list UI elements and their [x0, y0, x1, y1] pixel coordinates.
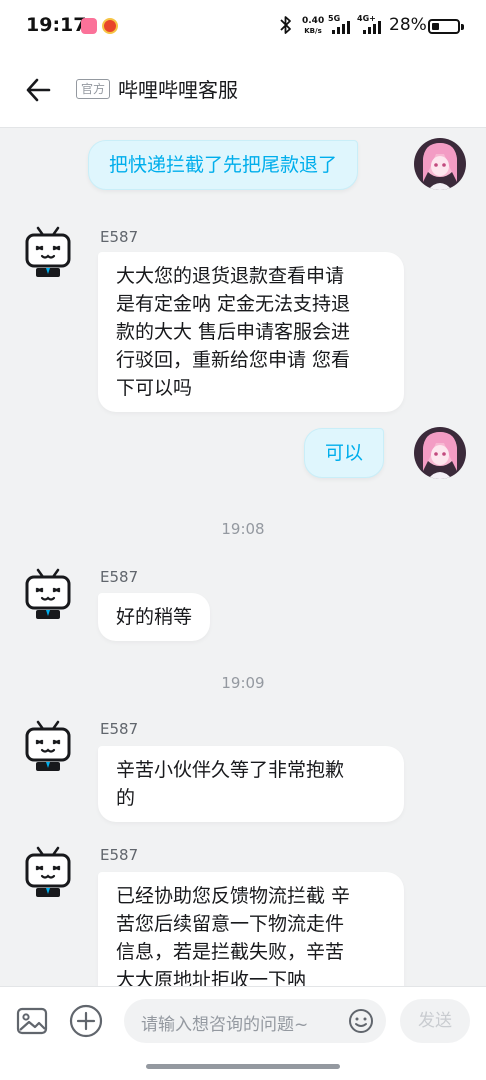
message-input[interactable]: 请输入想咨询的问题~: [124, 999, 386, 1043]
signal-4g-icon: 4G+: [357, 14, 385, 36]
battery-percent: 28%: [389, 15, 427, 35]
sender-name: E587: [100, 568, 139, 586]
chat-header: 官方 哔哩哔哩客服: [0, 54, 486, 128]
arrow-left-icon: [26, 78, 51, 102]
send-button[interactable]: 发送: [400, 999, 470, 1043]
emoji-icon: [349, 1009, 373, 1033]
notification-app-icon: [81, 18, 97, 34]
timestamp: 19:08: [221, 520, 265, 538]
image-picker-button[interactable]: [16, 1005, 48, 1037]
back-button[interactable]: [20, 72, 56, 108]
emoji-button[interactable]: [348, 1008, 374, 1034]
home-indicator[interactable]: [146, 1064, 340, 1069]
message-bubble-incoming[interactable]: 好的稍等: [98, 593, 211, 641]
input-placeholder: 请输入想咨询的问题~: [141, 1015, 309, 1035]
sender-name: E587: [100, 720, 139, 738]
anime-girl-avatar-icon: [414, 138, 466, 190]
user-avatar[interactable]: [414, 138, 466, 190]
message-bubble-incoming[interactable]: 大大您的退货退款查看申请 是有定金呐 定金无法支持退 款的大大 售后申请客服会进…: [98, 252, 404, 412]
status-time: 19:17: [26, 14, 87, 36]
bluetooth-icon: [280, 15, 292, 40]
page-title: 哔哩哔哩客服: [118, 78, 238, 102]
more-actions-button[interactable]: [68, 1003, 104, 1039]
image-icon: [16, 1007, 48, 1035]
message-bubble-outgoing[interactable]: 可以: [304, 428, 385, 478]
agent-avatar[interactable]: [22, 224, 74, 277]
bilibili-tv-mascot-icon: [25, 226, 71, 277]
user-avatar[interactable]: [414, 427, 466, 479]
sender-name: E587: [100, 228, 139, 246]
notification-app-icon-2: [102, 18, 118, 34]
agent-avatar[interactable]: [22, 566, 74, 619]
official-badge: 官方: [76, 79, 111, 99]
agent-avatar[interactable]: [22, 844, 74, 897]
message-bubble-incoming[interactable]: 已经协助您反馈物流拦截 辛 苦您后续留意一下物流走件 信息，若是拦截失败，辛苦 …: [98, 872, 404, 1004]
anime-girl-avatar-icon: [414, 427, 466, 479]
network-speed: 0.40 KB/s: [302, 16, 325, 35]
battery-icon: [428, 19, 460, 34]
signal-5g-icon: 5G: [328, 14, 354, 36]
battery-level: [432, 23, 439, 30]
sender-name: E587: [100, 846, 139, 864]
timestamp: 19:09: [221, 674, 265, 692]
status-bar: 19:17 0.40 KB/s 5G 4G+ 28%: [0, 0, 486, 54]
message-bubble-incoming[interactable]: 辛苦小伙伴久等了非常抱歉 的: [98, 746, 404, 822]
message-bubble-outgoing[interactable]: 把快递拦截了先把尾款退了: [88, 140, 359, 190]
agent-avatar[interactable]: [22, 718, 74, 771]
bilibili-tv-mascot-icon: [25, 720, 71, 771]
bilibili-tv-mascot-icon: [25, 568, 71, 619]
plus-circle-icon: [69, 1004, 103, 1038]
bilibili-tv-mascot-icon: [25, 846, 71, 897]
battery-tip: [461, 24, 464, 30]
